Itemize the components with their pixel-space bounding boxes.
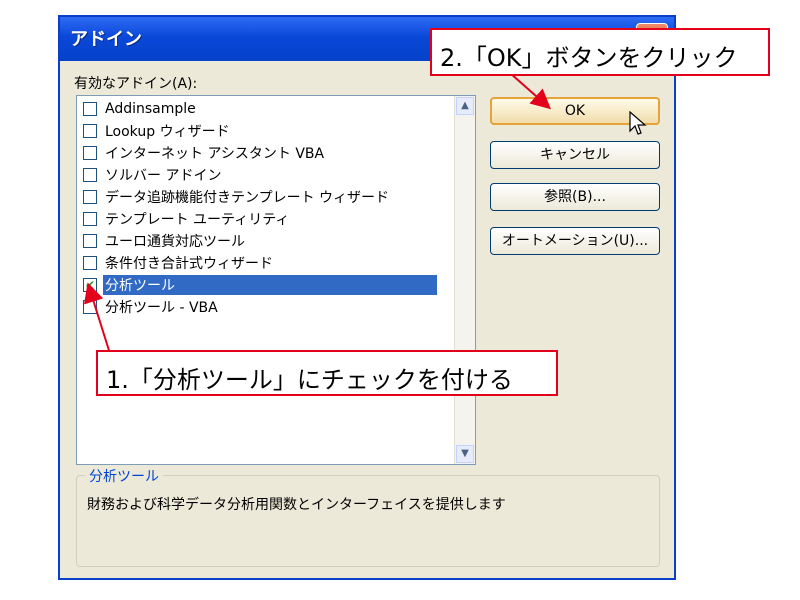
step1-text: 1.「分析ツール」にチェックを付ける xyxy=(106,366,513,394)
step2-callout: 2.「OK」ボタンをクリック xyxy=(430,28,770,76)
step2-text: 2.「OK」ボタンをクリック xyxy=(440,44,738,72)
arrow-to-ok xyxy=(509,72,551,110)
callout-arrows xyxy=(84,72,551,361)
step1-callout: 1.「分析ツール」にチェックを付ける xyxy=(96,350,558,396)
